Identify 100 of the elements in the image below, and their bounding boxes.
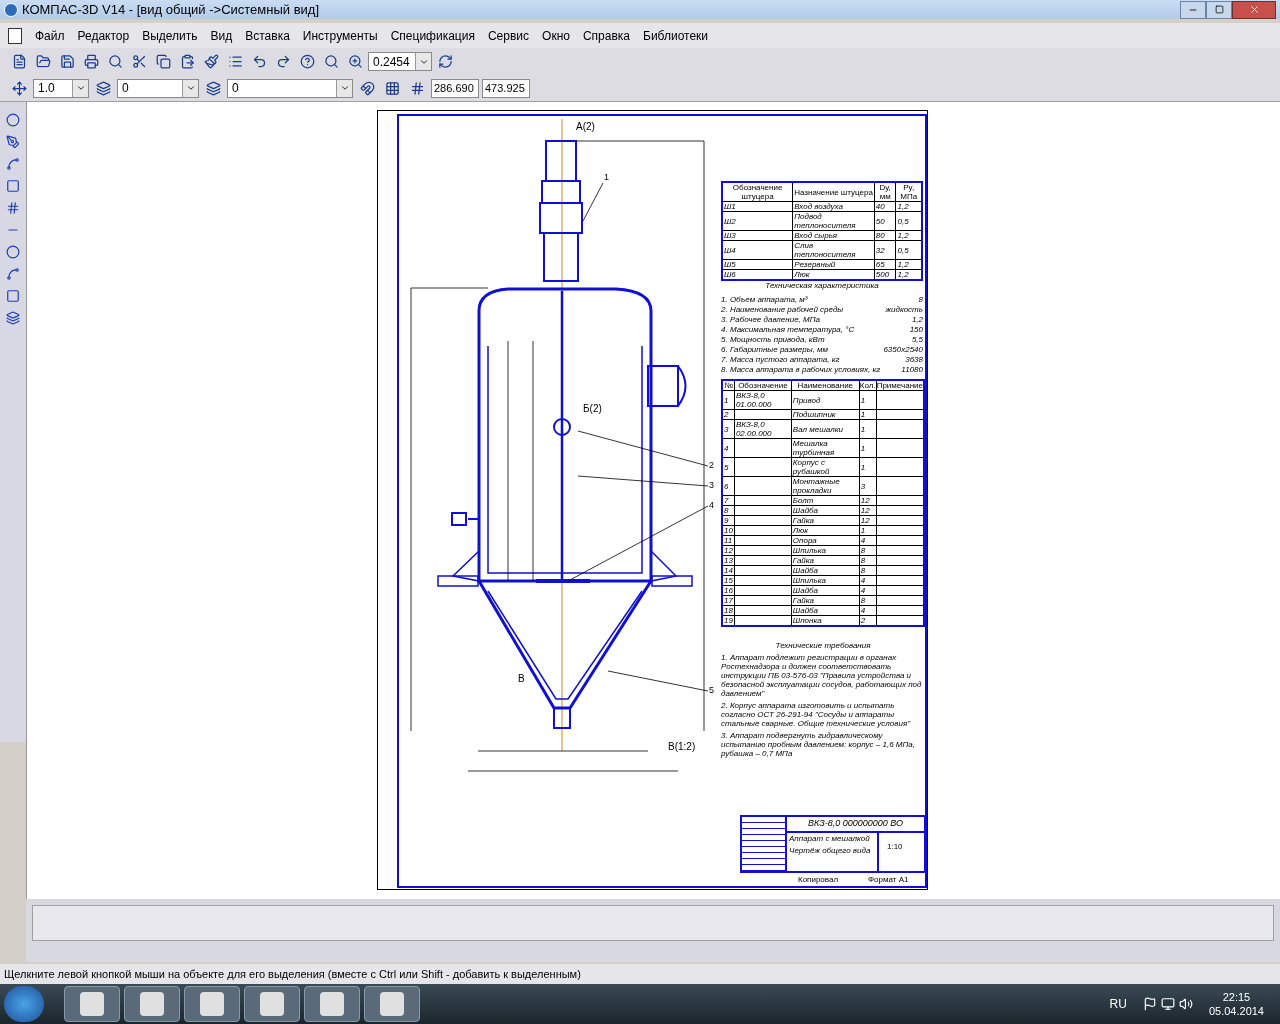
taskbar-button[interactable]	[364, 986, 420, 1022]
table-cell: 16	[722, 585, 735, 596]
maximize-button[interactable]	[1206, 0, 1232, 19]
characteristic-value: жидкость	[885, 305, 923, 315]
menu-item[interactable]: Инструменты	[302, 26, 378, 45]
format-label: Формат A1	[868, 875, 909, 884]
minimize-button[interactable]	[1180, 0, 1206, 19]
menu-item[interactable]: Файл	[35, 26, 65, 45]
table-cell: 14	[722, 565, 735, 576]
status-text: Щелкните левой кнопкой мыши на объекте для его выделения (вместе с Ctrl или Shift - добавить к выделенным)	[4, 966, 581, 982]
characteristic-value: 1,2	[911, 315, 923, 325]
table-cell: 7	[722, 495, 735, 506]
table-cell: Слив теплоносителя	[792, 240, 875, 260]
table-cell: 1,2	[896, 259, 922, 270]
menu-item[interactable]: Вид	[210, 26, 233, 45]
table-cell: Шпилька	[791, 545, 860, 556]
table-cell	[734, 585, 792, 596]
language-indicator[interactable]: RU	[1109, 995, 1127, 1013]
table-header: Обозначение штуцера	[722, 182, 793, 202]
table-cell	[734, 565, 792, 576]
table-cell: Гайка	[791, 555, 860, 566]
table-cell: Шайба	[791, 505, 860, 516]
taskbar-button[interactable]	[124, 986, 180, 1022]
menu-item[interactable]: Вставка	[245, 26, 290, 45]
view-label: В(1:2)	[668, 740, 696, 754]
callout-number: 3	[709, 479, 714, 492]
characteristic-label: 3. Рабочее давление, МПа	[721, 315, 820, 325]
window-title: КОМПАС-3D V14 - [вид общий ->Системный вид]	[22, 0, 321, 19]
table-cell	[734, 515, 792, 526]
taskbar-button[interactable]	[64, 986, 120, 1022]
table-cell: 6	[722, 476, 735, 496]
table-cell	[734, 555, 792, 566]
flag-icon[interactable]	[1142, 997, 1157, 1011]
network-icon[interactable]	[1160, 997, 1175, 1011]
table-cell: Ш6	[722, 269, 793, 280]
taskbar-button[interactable]	[184, 986, 240, 1022]
characteristic-value: 6350х2540	[883, 345, 923, 355]
table-cell: Ш4	[722, 240, 793, 260]
table-cell	[734, 505, 792, 516]
menu-item[interactable]: Справка	[582, 26, 630, 45]
volume-icon[interactable]	[1178, 997, 1193, 1011]
table-cell: 500	[874, 269, 896, 280]
layer-combo[interactable]: 0	[227, 78, 353, 98]
menu-item[interactable]: Редактор	[77, 26, 130, 45]
table-cell: 8	[859, 555, 877, 566]
table-cell	[734, 476, 792, 496]
step-combo[interactable]: 1.0	[33, 78, 89, 98]
table-cell: Гайка	[791, 515, 860, 526]
table-cell: 18	[722, 605, 735, 616]
close-icon	[1248, 4, 1260, 15]
clock[interactable]: 22:15 05.04.2014	[1208, 990, 1264, 1018]
requirement-text: 1. Аппарат подлежит регистрации в органах Ростехнадзора и должен соответствовать инструкции ПБ 03-576-03 "Правила устройства и безопасной эксплуатации сосудов, работающих под давлением"	[721, 653, 923, 698]
state-combo[interactable]: 0	[117, 78, 199, 98]
table-cell: 2	[859, 615, 877, 626]
start-button[interactable]	[4, 986, 44, 1022]
callout-number: 5	[709, 684, 714, 697]
table-cell: Ш5	[722, 259, 793, 270]
table-cell: ВКЗ-8,0 02.00.000	[734, 419, 792, 439]
callout-number: 1	[604, 171, 609, 184]
table-cell: 9	[722, 515, 735, 526]
characteristic-value: 11080	[901, 365, 923, 375]
taskbar-button[interactable]	[244, 986, 300, 1022]
table-header: Наименование	[791, 380, 860, 391]
coord-x-field[interactable]: 286.690	[431, 78, 479, 98]
menu-item[interactable]: Сервис	[487, 26, 530, 45]
table-cell: 1,2	[896, 201, 922, 212]
view-label: В	[518, 672, 525, 686]
table-cell: Подвод теплоносителя	[792, 211, 875, 231]
table-cell: 12	[859, 515, 877, 526]
close-button[interactable]	[1232, 0, 1276, 19]
menu-item[interactable]: Выделить	[142, 26, 198, 45]
table-cell: 12	[722, 545, 735, 556]
taskbar-button[interactable]	[304, 986, 360, 1022]
table-header: Обозначение	[734, 380, 792, 391]
table-cell: 12	[859, 495, 877, 506]
table-cell: Люк	[792, 269, 875, 280]
table-cell: 4	[859, 585, 877, 596]
table-cell: 1	[859, 409, 877, 420]
zoom-combo[interactable]: 0.2454	[368, 52, 432, 71]
coord-y-field[interactable]: 473.925	[482, 78, 530, 98]
table-cell: 32	[874, 240, 896, 260]
table-cell: Резервный	[792, 259, 875, 270]
table-cell: 50	[874, 211, 896, 231]
callout-number: 2	[709, 459, 714, 472]
table-cell: Люк	[791, 525, 860, 536]
characteristic-label: 8. Масса аппарата в рабочих условиях, кг	[721, 365, 881, 375]
drawing-name: Аппарат с мешалкой	[789, 832, 871, 845]
table-cell: Ш2	[722, 211, 793, 231]
characteristic-value: 150	[909, 325, 923, 335]
view-label: А(2)	[576, 120, 595, 134]
table-cell: 15	[722, 575, 735, 586]
menu-item[interactable]: Спецификация	[390, 26, 475, 45]
table-header: Py, МПа	[896, 182, 922, 202]
table-cell: 13	[722, 555, 735, 566]
table-cell	[734, 438, 792, 458]
menu-item[interactable]: Окно	[542, 26, 570, 45]
table-cell: 4	[859, 605, 877, 616]
table-cell: 1	[859, 457, 877, 477]
table-cell: 3	[859, 476, 877, 496]
menu-item[interactable]: Библиотеки	[643, 26, 709, 45]
